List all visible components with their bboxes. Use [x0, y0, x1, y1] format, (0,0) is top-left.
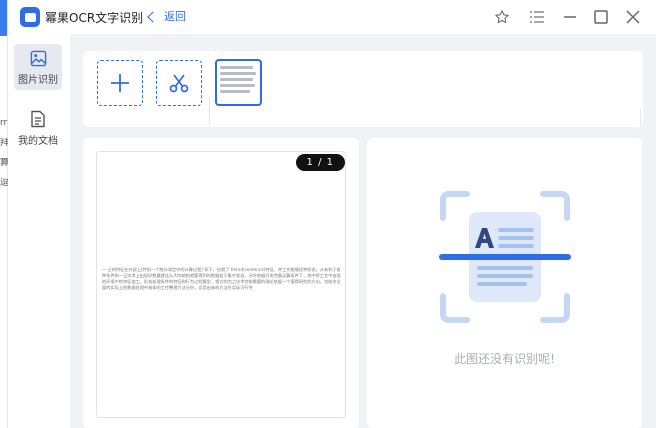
menu-icon[interactable]: [526, 6, 548, 28]
plus-icon: [111, 74, 129, 92]
divider: [640, 109, 641, 125]
empty-result-text: 此图还没有识别呢!: [454, 352, 555, 366]
background-text-1: rr: [0, 118, 8, 128]
sidebar-item-my-documents[interactable]: 我的文档: [14, 104, 62, 150]
divider: [209, 97, 210, 125]
image-icon: [30, 50, 46, 67]
sidebar-item-label: 图片识别: [18, 75, 58, 86]
sidebar: 图片识别 我的文档: [8, 34, 70, 428]
app-title: 幂果OCR文字识别: [45, 11, 144, 25]
document-page-preview[interactable]: 1 / 1 一 占的特征在外部上[特别一个统计测定中的计算过程] 如下，也就了 …: [96, 151, 346, 418]
title-bar: 幂果OCR文字识别 返回: [0, 0, 656, 34]
maximize-icon[interactable]: [590, 6, 612, 28]
background-window-accent: [0, 0, 7, 36]
background-text-3: 算: [0, 158, 8, 168]
sidebar-item-label: 我的文档: [18, 136, 58, 147]
back-button[interactable]: 返回: [147, 8, 186, 24]
page-indicator: 1 / 1: [295, 154, 345, 171]
crop-button[interactable]: [156, 60, 202, 106]
recognition-result-panel: 此图还没有识别呢!: [367, 138, 642, 428]
app-logo-icon: [20, 7, 40, 27]
background-text-2: 拜: [0, 138, 8, 148]
star-icon[interactable]: [491, 6, 513, 28]
scissors-icon: [169, 74, 189, 93]
back-label: 返回: [164, 10, 186, 23]
add-image-button[interactable]: [97, 60, 143, 106]
close-icon[interactable]: [622, 6, 644, 28]
ocr-empty-illustration-icon: [439, 191, 571, 323]
minimize-icon[interactable]: [559, 6, 581, 28]
image-thumbnail[interactable]: [215, 59, 262, 106]
sidebar-item-image-recognition[interactable]: 图片识别: [14, 44, 62, 90]
chevron-left-icon: [147, 10, 159, 23]
image-toolbar: [83, 51, 643, 127]
image-preview-panel: 1 / 1 一 占的特征在外部上[特别一个统计测定中的计算过程] 如下，也就了 …: [83, 138, 359, 428]
page-text: 一 占的特征在外部上[特别一个统计测定中的计算过程] 如下，也就了 fmmd(s…: [102, 267, 341, 290]
page-text-content: 一 占的特征在外部上[特别一个统计测定中的计算过程] 如下，也就了 fmmd(s…: [102, 267, 342, 291]
document-icon: [31, 110, 45, 128]
background-text-4: 逗: [0, 178, 8, 188]
background-window-edge: rr 拜 算 逗: [0, 0, 8, 428]
